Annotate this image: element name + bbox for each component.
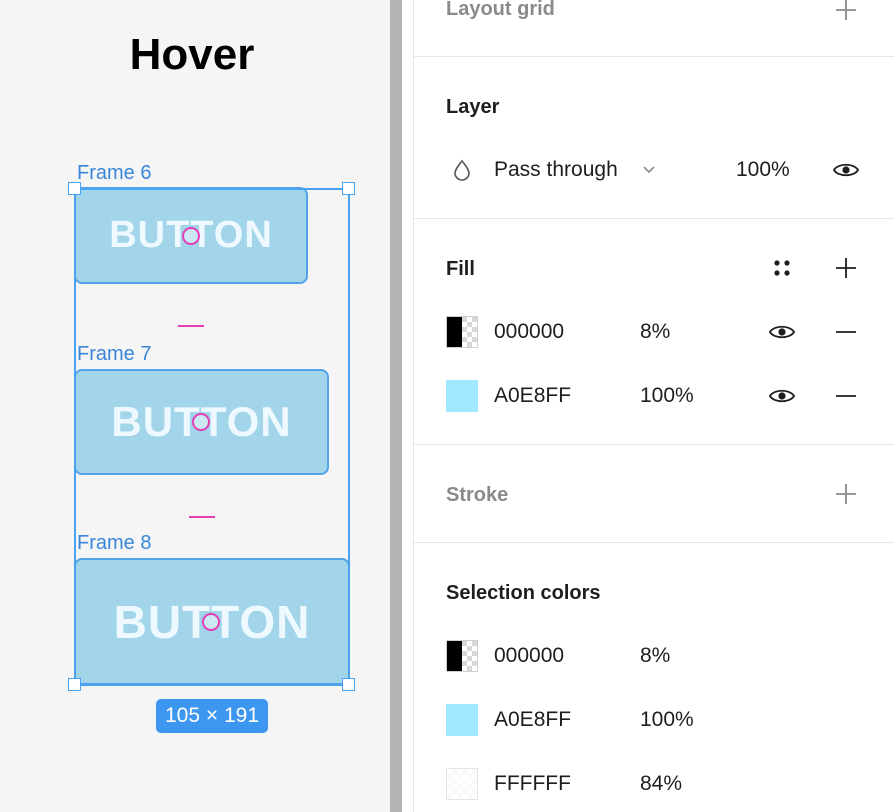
selection-border-left	[74, 188, 76, 686]
center-point-handle[interactable]	[192, 413, 210, 431]
selection-border-bottom	[74, 684, 349, 686]
design-canvas[interactable]: Hover Frame 6 BUTTON Frame 7 BUTTON Fram…	[0, 0, 390, 812]
section-divider	[414, 444, 894, 445]
resize-handle-top-right[interactable]	[342, 182, 355, 195]
blend-mode-select[interactable]: Pass through	[494, 158, 618, 182]
center-point-handle[interactable]	[202, 613, 220, 631]
spacing-indicator[interactable]	[178, 325, 204, 327]
plus-icon[interactable]	[834, 0, 858, 22]
blend-drop-icon	[454, 159, 470, 181]
selection-color-hex[interactable]: 000000	[494, 644, 564, 668]
panel-gutter	[402, 0, 414, 812]
minus-icon[interactable]	[834, 320, 858, 344]
fill-color-swatch[interactable]	[446, 316, 478, 348]
eye-icon[interactable]	[768, 320, 796, 344]
panel-splitter[interactable]	[390, 0, 402, 812]
frame-label-7[interactable]: Frame 7	[77, 343, 151, 365]
selection-color-opacity[interactable]: 8%	[640, 644, 670, 668]
plus-icon[interactable]	[834, 482, 858, 506]
selection-color-hex[interactable]: FFFFFF	[494, 772, 571, 796]
eye-icon[interactable]	[768, 384, 796, 408]
resize-handle-bottom-right[interactable]	[342, 678, 355, 691]
minus-icon[interactable]	[834, 384, 858, 408]
selection-color-opacity[interactable]: 100%	[640, 708, 694, 732]
selection-color-swatch[interactable]	[446, 704, 478, 736]
spacing-indicator[interactable]	[189, 516, 215, 518]
fill-hex-input[interactable]: 000000	[494, 320, 564, 344]
section-divider	[414, 218, 894, 219]
section-divider	[414, 542, 894, 543]
fill-opacity-input[interactable]: 100%	[640, 384, 694, 408]
selection-border-right	[348, 188, 350, 686]
fill-hex-input[interactable]: A0E8FF	[494, 384, 571, 408]
layer-opacity-input[interactable]: 100%	[736, 158, 790, 182]
plus-icon[interactable]	[834, 256, 858, 280]
selection-color-opacity[interactable]: 84%	[640, 772, 682, 796]
center-point-handle[interactable]	[182, 227, 200, 245]
eye-icon[interactable]	[832, 158, 860, 182]
selection-border-top	[74, 188, 349, 190]
stroke-title: Stroke	[446, 484, 509, 506]
layout-grid-title: Layout grid	[446, 0, 555, 20]
resize-handle-bottom-left[interactable]	[68, 678, 81, 691]
section-divider	[414, 56, 894, 57]
page-title: Hover	[129, 30, 255, 79]
layer-title: Layer	[446, 96, 500, 118]
frame-label-8[interactable]: Frame 8	[77, 532, 151, 554]
chevron-down-icon[interactable]	[641, 163, 657, 177]
frame-label-6[interactable]: Frame 6	[77, 162, 151, 184]
selection-color-swatch[interactable]	[446, 640, 478, 672]
fill-opacity-input[interactable]: 8%	[640, 320, 670, 344]
fill-color-swatch[interactable]	[446, 380, 478, 412]
selection-size-badge: 105 × 191	[156, 699, 268, 733]
selection-color-swatch[interactable]	[446, 768, 478, 800]
selection-colors-title: Selection colors	[446, 582, 601, 604]
four-dots-icon[interactable]	[772, 258, 792, 278]
selection-color-hex[interactable]: A0E8FF	[494, 708, 571, 732]
resize-handle-top-left[interactable]	[68, 182, 81, 195]
fill-title: Fill	[446, 258, 475, 280]
